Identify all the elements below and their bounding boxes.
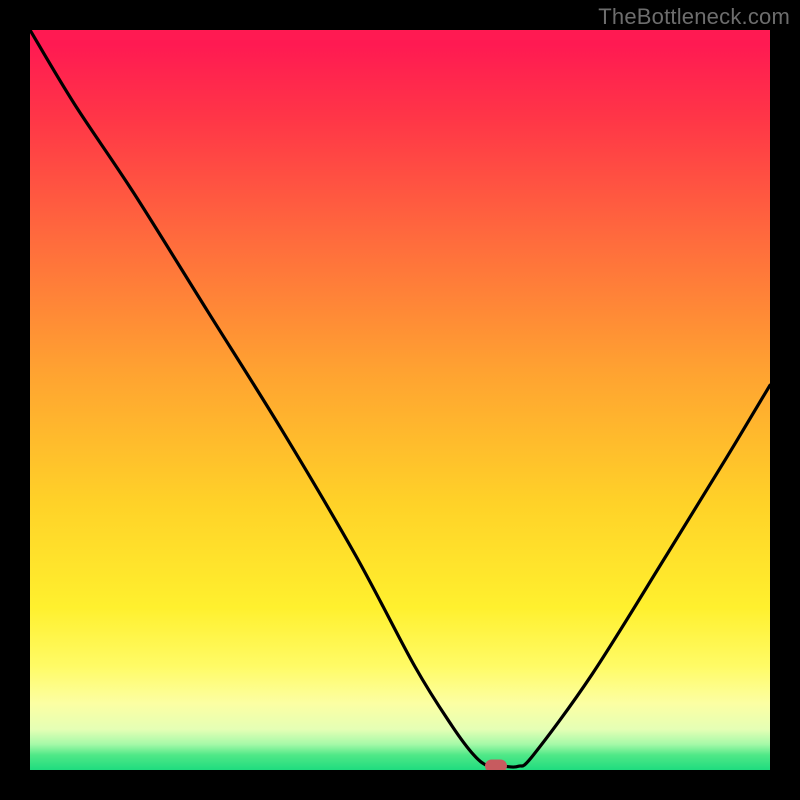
bottleneck-curve-path (30, 30, 770, 767)
watermark-text: TheBottleneck.com (598, 4, 790, 30)
optimal-point-marker (485, 760, 507, 770)
plot-area (30, 30, 770, 770)
bottleneck-curve (30, 30, 770, 770)
chart-frame: TheBottleneck.com (0, 0, 800, 800)
